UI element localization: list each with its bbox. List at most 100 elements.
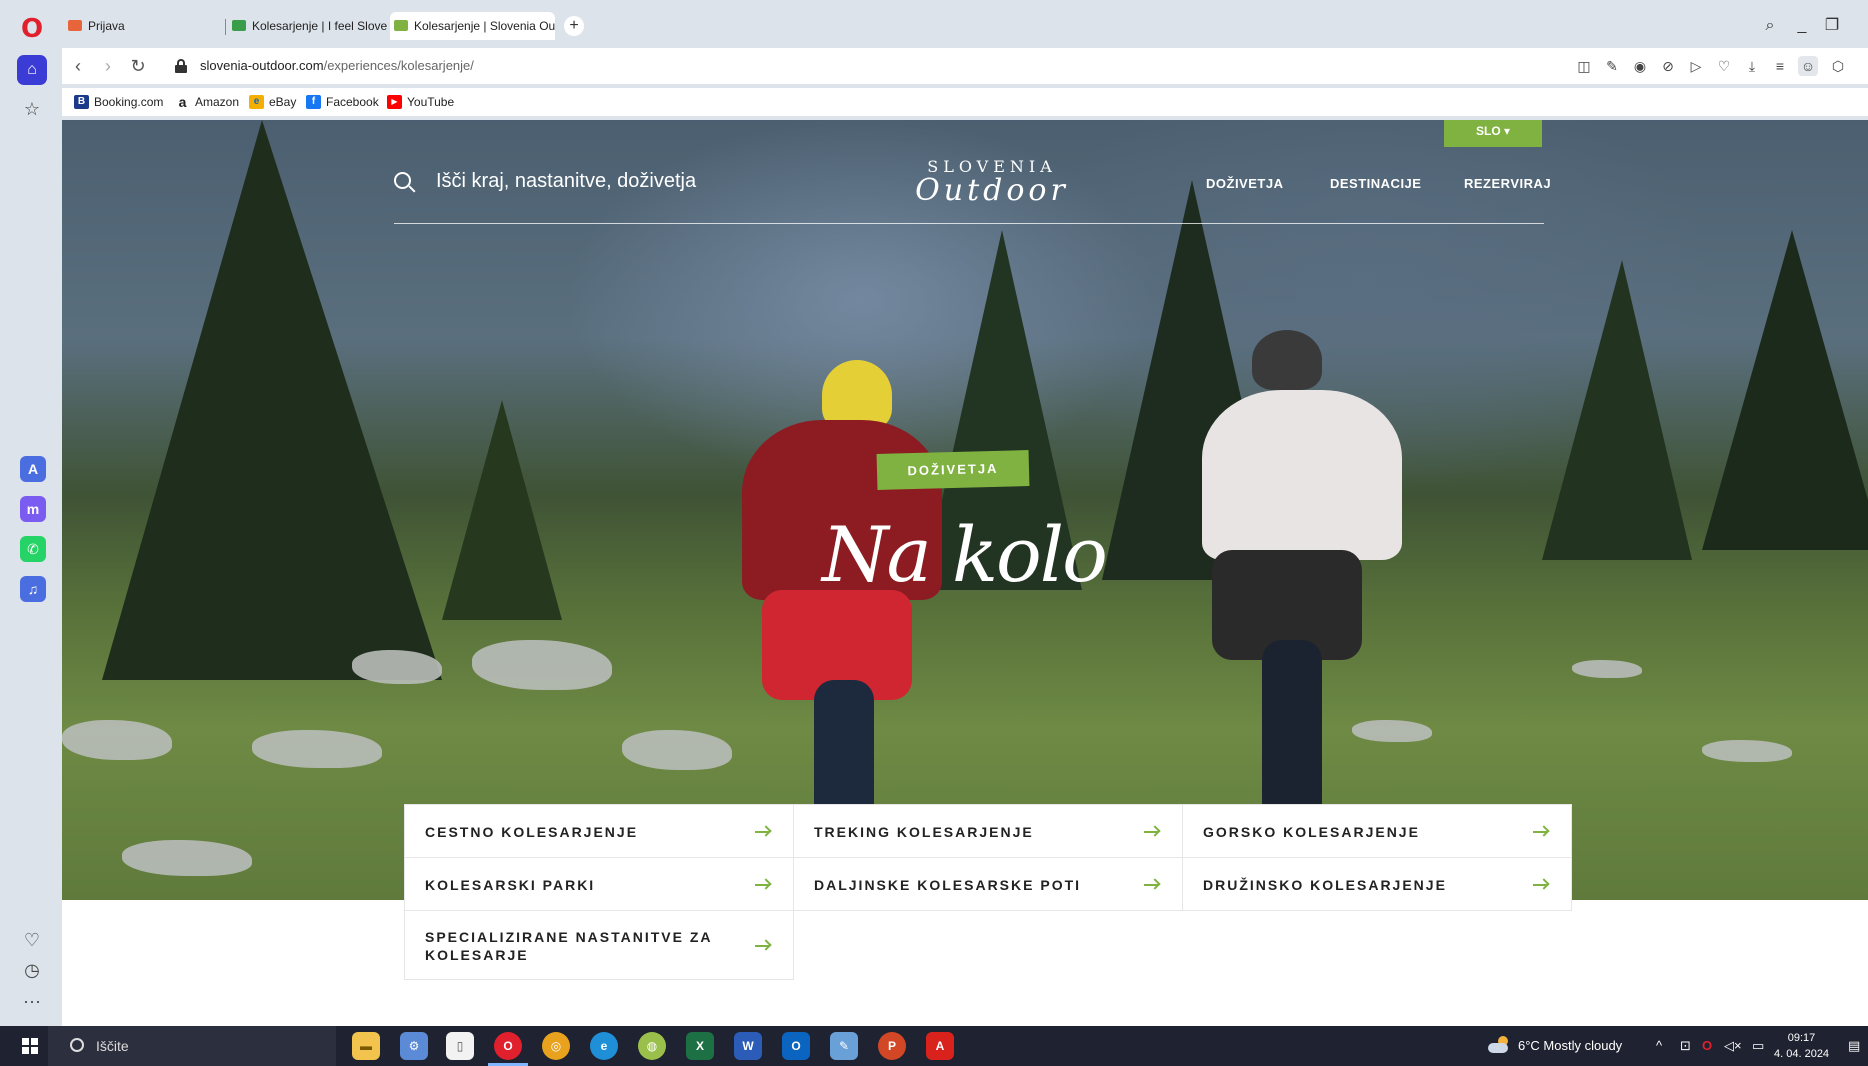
- bookmark-booking[interactable]: B Booking.com: [74, 93, 163, 111]
- home-icon[interactable]: ⌂: [17, 55, 47, 85]
- profile-icon[interactable]: ☺: [1798, 56, 1818, 76]
- new-tab-button[interactable]: +: [564, 16, 584, 36]
- aria-icon[interactable]: A: [20, 456, 46, 482]
- heart-icon[interactable]: ♡: [19, 927, 45, 953]
- bookmark-label: Facebook: [326, 95, 379, 109]
- taskbar-clock[interactable]: 09:17 4. 04. 2024: [1774, 1030, 1829, 1062]
- camera-icon[interactable]: ◉: [1630, 56, 1650, 76]
- music-player-icon[interactable]: ♫: [20, 576, 46, 602]
- arrow-right-icon: [1144, 878, 1161, 892]
- tab-kolesarjenje-slovenia-outdoor[interactable]: Kolesarjenje | Slovenia Ou: [390, 12, 555, 40]
- my-flow-heart-icon[interactable]: ♡: [1714, 56, 1734, 76]
- category-label: GORSKO KOLESARJENJE: [1203, 824, 1420, 840]
- bookmark-amazon[interactable]: a Amazon: [175, 93, 239, 111]
- taskbar-search-text: Iščite: [96, 1038, 129, 1054]
- more-dots-icon[interactable]: ···: [19, 988, 45, 1014]
- word-icon[interactable]: W: [734, 1032, 762, 1060]
- bookmarks-bar: B Booking.com a Amazon e eBay f Facebook ▶ Yo…: [62, 88, 1868, 116]
- tab-favicon-icon: [394, 20, 408, 31]
- app-globe-icon[interactable]: ◍: [638, 1032, 666, 1060]
- player-icon[interactable]: ▷: [1686, 56, 1706, 76]
- bookmark-label: YouTube: [407, 95, 455, 109]
- tree-decoration: [442, 400, 562, 620]
- category-label: DALJINSKE KOLESARSKE POTI: [814, 877, 1082, 893]
- easy-setup-icon[interactable]: ≡: [1770, 56, 1790, 76]
- rock-decoration: [622, 730, 732, 770]
- category-druzinsko-kolesarjenje[interactable]: DRUŽINSKO KOLESARJENJE: [1182, 857, 1572, 911]
- category-gorsko-kolesarjenje[interactable]: GORSKO KOLESARJENJE: [1182, 804, 1572, 858]
- messenger-icon[interactable]: m: [20, 496, 46, 522]
- tray-meet-icon[interactable]: ⊡: [1680, 1026, 1691, 1066]
- nav-dozivetja[interactable]: DOŽIVETJA: [1206, 176, 1283, 191]
- edit-icon[interactable]: ✎: [1602, 56, 1622, 76]
- rock-decoration: [122, 840, 252, 876]
- acrobat-icon[interactable]: A: [926, 1032, 954, 1060]
- facebook-icon: f: [306, 95, 321, 109]
- history-clock-icon[interactable]: ◷: [19, 957, 45, 983]
- arrow-right-icon: [755, 825, 772, 839]
- category-kolesarski-parki[interactable]: KOLESARSKI PARKI: [404, 857, 794, 911]
- chrome-icon[interactable]: ◎: [542, 1032, 570, 1060]
- windows-start-icon[interactable]: [22, 1038, 38, 1054]
- category-specializirane-nastanitve[interactable]: SPECIALIZIRANE NASTANITVE ZA KOLESARJE: [404, 910, 794, 980]
- star-icon[interactable]: ☆: [19, 96, 45, 122]
- rock-decoration: [1352, 720, 1432, 742]
- network-icon[interactable]: ▭: [1752, 1026, 1764, 1066]
- bookmark-label: eBay: [269, 95, 297, 109]
- language-switcher-button[interactable]: SLO ▾: [1444, 120, 1542, 147]
- nav-rezerviraj[interactable]: REZERVIRAJ: [1464, 176, 1551, 191]
- opera-logo-icon[interactable]: O: [19, 16, 45, 42]
- edge-icon[interactable]: e: [590, 1032, 618, 1060]
- adblock-icon[interactable]: ⊘: [1658, 56, 1678, 76]
- excel-icon[interactable]: X: [686, 1032, 714, 1060]
- download-icon[interactable]: ⤓: [1742, 56, 1762, 76]
- opera-taskbar-icon[interactable]: O: [494, 1032, 522, 1060]
- file-explorer-icon[interactable]: ▬: [352, 1032, 380, 1060]
- whatsapp-icon[interactable]: ✆: [20, 536, 46, 562]
- category-daljinske-kolesarske-poti[interactable]: DALJINSKE KOLESARSKE POTI: [793, 857, 1183, 911]
- taskbar-search-input[interactable]: Iščite: [48, 1026, 336, 1066]
- arrow-right-icon: [1533, 878, 1550, 892]
- category-label: KOLESARSKI PARKI: [425, 877, 596, 893]
- restore-icon[interactable]: ❐: [1818, 10, 1846, 42]
- address-bar: ‹ › ↻ slovenia-outdoor.com/experiences/k…: [62, 48, 1868, 84]
- site-search-input[interactable]: Išči kraj, nastanitve, doživetja: [436, 170, 696, 193]
- url-field[interactable]: slovenia-outdoor.com/experiences/kolesar…: [200, 58, 474, 73]
- notifications-icon[interactable]: ▤: [1848, 1026, 1860, 1066]
- tray-chevron-icon[interactable]: ^: [1656, 1026, 1662, 1066]
- bookmark-youtube[interactable]: ▶ YouTube: [387, 93, 454, 111]
- volume-muted-icon[interactable]: ◁×: [1724, 1026, 1742, 1066]
- tab-title: Kolesarjenje | Slovenia Ou: [414, 19, 555, 33]
- lock-icon[interactable]: [175, 59, 187, 73]
- weather-text[interactable]: 6°C Mostly cloudy: [1518, 1026, 1622, 1066]
- search-icon[interactable]: [394, 172, 416, 194]
- extensions-icon[interactable]: ⬡: [1828, 56, 1848, 76]
- outlook-icon[interactable]: O: [782, 1032, 810, 1060]
- tab-prijava[interactable]: Prijava: [64, 12, 224, 40]
- bookmark-ebay[interactable]: e eBay: [249, 93, 296, 111]
- pen-app-icon[interactable]: ✎: [830, 1032, 858, 1060]
- category-badge[interactable]: DOŽIVETJA: [876, 450, 1030, 490]
- minimize-icon[interactable]: _: [1788, 10, 1816, 42]
- youtube-icon: ▶: [387, 95, 402, 109]
- notepad-icon[interactable]: ▯: [446, 1032, 474, 1060]
- reader-mode-icon[interactable]: ◫: [1574, 56, 1594, 76]
- bookmark-facebook[interactable]: f Facebook: [306, 93, 379, 111]
- site-logo-bottom[interactable]: Outdoor: [902, 173, 1082, 208]
- tab-search-icon[interactable]: ⌕: [1756, 10, 1784, 42]
- category-cestno-kolesarjenje[interactable]: CESTNO KOLESARJENJE: [404, 804, 794, 858]
- arrow-right-icon: [1144, 825, 1161, 839]
- reload-icon[interactable]: ↻: [126, 54, 150, 78]
- back-icon[interactable]: ‹: [66, 54, 90, 78]
- tray-opera-icon[interactable]: O: [1702, 1026, 1712, 1066]
- network-app-icon[interactable]: ⚙: [400, 1032, 428, 1060]
- forward-icon[interactable]: ›: [96, 54, 120, 78]
- arrow-right-icon: [1533, 825, 1550, 839]
- rock-decoration: [1702, 740, 1792, 762]
- nav-destinacije[interactable]: DESTINACIJE: [1330, 176, 1421, 191]
- bookmark-label: Amazon: [195, 95, 240, 109]
- powerpoint-icon[interactable]: P: [878, 1032, 906, 1060]
- category-treking-kolesarjenje[interactable]: TREKING KOLESARJENJE: [793, 804, 1183, 858]
- arrow-right-icon: [755, 878, 772, 892]
- tab-kolesarjenje-ifeel[interactable]: Kolesarjenje | I feel Sloven: [228, 12, 388, 40]
